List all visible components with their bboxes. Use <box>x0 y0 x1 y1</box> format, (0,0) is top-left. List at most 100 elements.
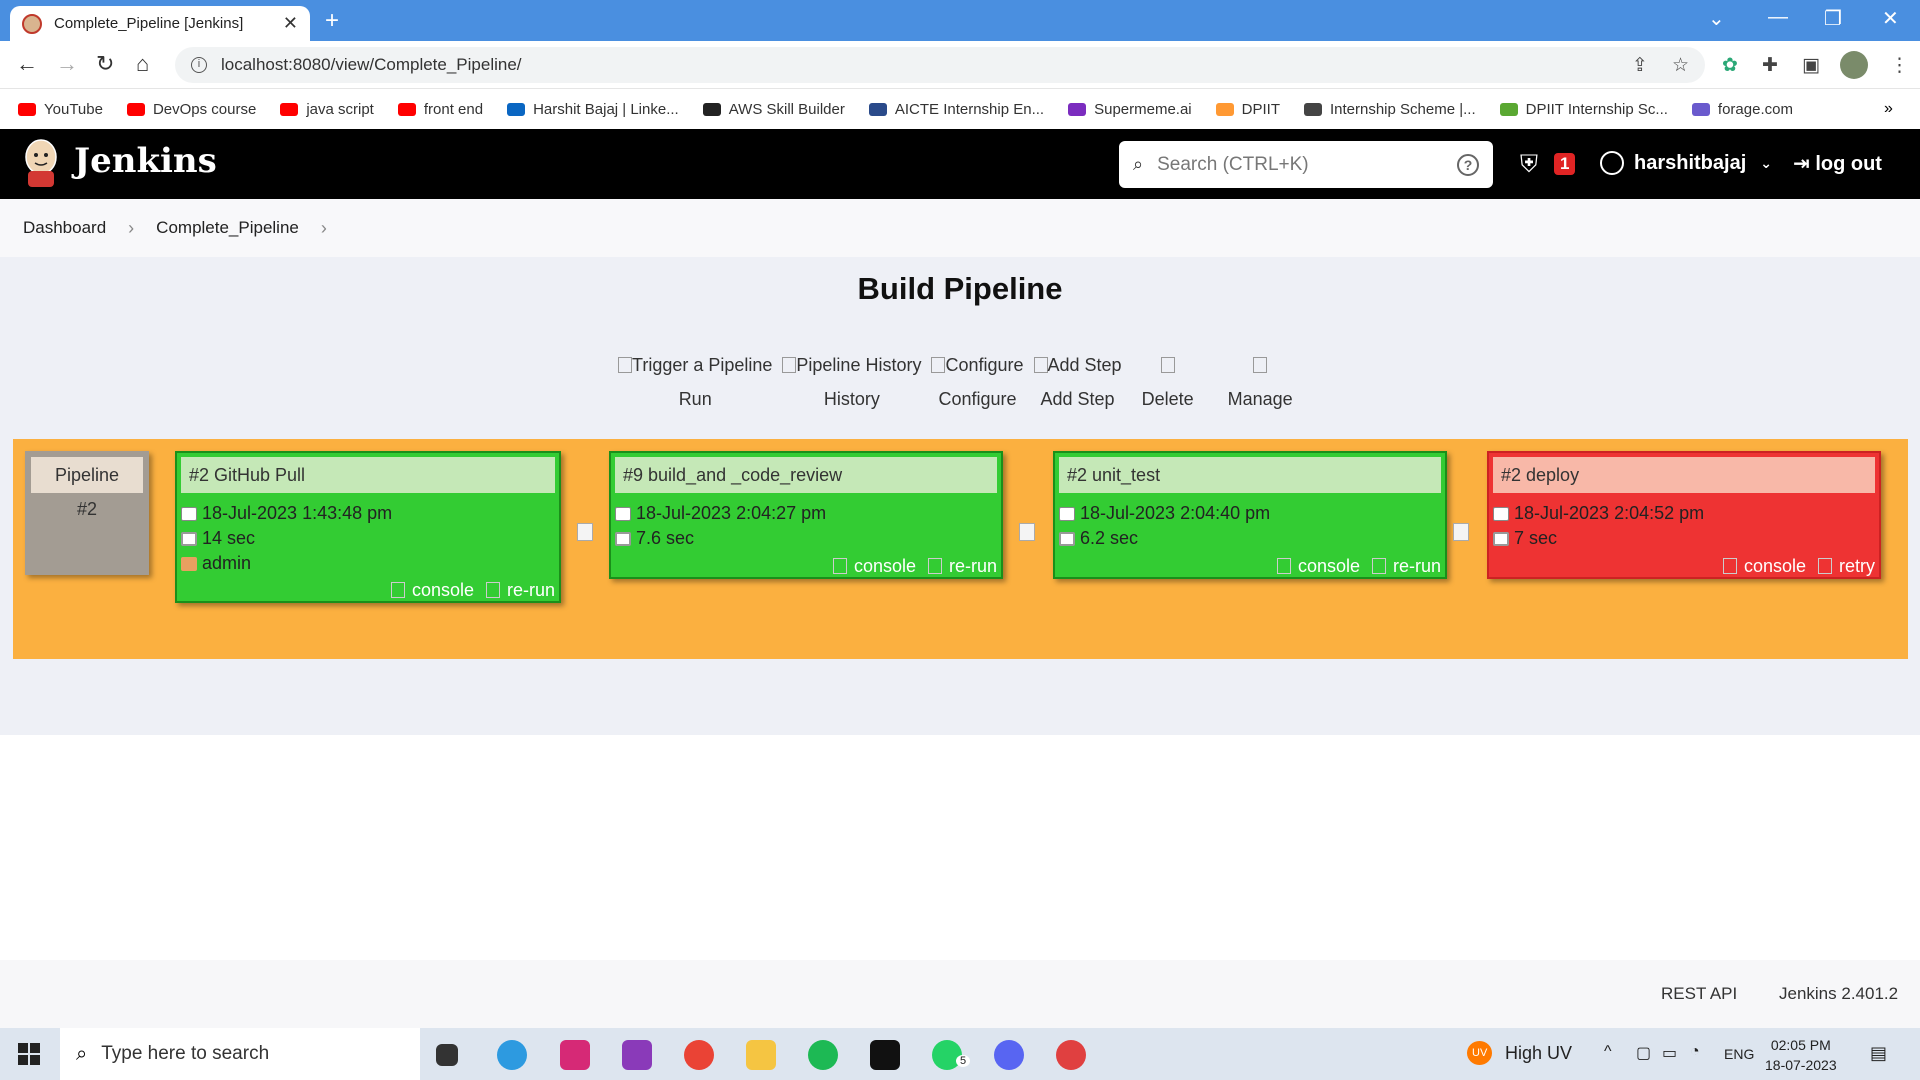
run-action[interactable]: Trigger a Pipeline Run <box>618 355 772 410</box>
configure-action[interactable]: Configure Configure <box>931 355 1024 410</box>
minimize-icon[interactable]: — <box>1768 6 1788 29</box>
instagram-icon[interactable] <box>560 1040 590 1070</box>
jenkins-version-link[interactable]: Jenkins 2.401.2 <box>1779 984 1898 1004</box>
delete-icon[interactable] <box>1142 355 1194 385</box>
home-icon[interactable]: ⌂ <box>136 51 149 77</box>
share-icon[interactable]: ⇪ <box>1632 54 1648 77</box>
stage-title[interactable]: #2 deploy <box>1493 457 1875 493</box>
windows-start-icon[interactable] <box>18 1043 40 1065</box>
jenkins-brand[interactable]: Jenkins <box>74 141 217 181</box>
trigger-pipeline-icon[interactable]: Trigger a Pipeline <box>618 355 772 385</box>
more-bookmarks-icon[interactable]: » <box>1884 100 1893 118</box>
chrome-icon[interactable] <box>684 1040 714 1070</box>
chevron-right-icon[interactable]: › <box>321 218 327 239</box>
delete-label[interactable]: Delete <box>1142 389 1194 410</box>
rerun-button[interactable]: re-run <box>480 580 555 601</box>
bookmark-item[interactable]: DevOps course <box>126 101 256 118</box>
rerun-button[interactable]: re-run <box>1366 556 1441 577</box>
search-input[interactable]: ⌕ Search (CTRL+K) ? <box>1119 141 1493 188</box>
spotify-icon[interactable] <box>808 1040 838 1070</box>
configure-icon[interactable]: Configure <box>931 355 1024 385</box>
history-action[interactable]: Pipeline History History <box>782 355 921 410</box>
tab-search-icon[interactable]: ⌄ <box>1708 6 1725 31</box>
console-button[interactable]: console <box>385 580 474 601</box>
bookmark-item[interactable]: front end <box>397 101 483 118</box>
site-info-icon[interactable]: i <box>191 57 207 73</box>
menu-icon[interactable]: ⋮ <box>1890 54 1909 77</box>
add-step-icon[interactable]: Add Step <box>1033 355 1122 385</box>
breadcrumb-complete-pipeline[interactable]: Complete_Pipeline <box>156 218 299 238</box>
rerun-button[interactable]: re-run <box>922 556 997 577</box>
taskbar-search-input[interactable]: ⌕ Type here to search <box>60 1028 420 1080</box>
weather-label[interactable]: High UV <box>1505 1043 1572 1064</box>
winrar-icon[interactable] <box>622 1040 652 1070</box>
stage-date-row: 18-Jul-2023 2:04:40 pm <box>1055 501 1445 526</box>
manage-label[interactable]: Manage <box>1228 389 1293 410</box>
bookmark-item[interactable]: DPIIT Internship Sc... <box>1499 101 1668 118</box>
manage-action[interactable]: Manage <box>1228 355 1293 410</box>
puzzle-extensions-icon[interactable]: ✚ <box>1762 54 1778 77</box>
pipeline-run-cell[interactable]: Pipeline #2 <box>25 451 149 575</box>
logout-button[interactable]: ⇥ log out <box>1793 151 1882 176</box>
bookmark-item[interactable]: Internship Scheme |... <box>1303 101 1476 118</box>
show-hidden-icons-icon[interactable]: ^ <box>1604 1043 1612 1061</box>
bookmark-item[interactable]: YouTube <box>18 101 103 118</box>
add-step-label[interactable]: Add Step <box>1034 389 1122 410</box>
bookmark-item[interactable]: DPIIT <box>1215 101 1280 118</box>
stage-title[interactable]: #2 GitHub Pull <box>181 457 555 493</box>
rest-api-link[interactable]: REST API <box>1661 984 1737 1004</box>
taskbar-clock[interactable]: 02:05 PM 18-07-2023 <box>1765 1035 1837 1075</box>
console-button[interactable]: console <box>1271 556 1360 577</box>
back-icon[interactable]: ← <box>16 51 38 77</box>
security-shield-icon[interactable]: ⛨ <box>1520 151 1538 179</box>
bookmark-star-icon[interactable]: ☆ <box>1672 54 1689 77</box>
bookmark-item[interactable]: Harshit Bajaj | Linke... <box>507 101 679 118</box>
netflix-icon[interactable] <box>870 1040 900 1070</box>
discord-icon[interactable] <box>994 1040 1024 1070</box>
edge-icon[interactable] <box>497 1040 527 1070</box>
bookmark-item[interactable]: Supermeme.ai <box>1068 101 1192 118</box>
forward-icon[interactable]: → <box>56 51 78 77</box>
pipeline-history-icon[interactable]: Pipeline History <box>782 355 921 385</box>
profile-avatar[interactable] <box>1840 51 1868 79</box>
device-icon[interactable]: ▢ <box>1636 1043 1651 1063</box>
chevron-down-icon[interactable]: ⌄ <box>1760 155 1772 172</box>
close-window-icon[interactable]: ✕ <box>1882 6 1899 31</box>
recorder-icon[interactable] <box>1056 1040 1086 1070</box>
console-button[interactable]: console <box>827 556 916 577</box>
close-tab-icon[interactable]: ✕ <box>283 13 298 34</box>
console-button[interactable]: console <box>1717 556 1806 577</box>
configure-label[interactable]: Configure <box>931 389 1023 410</box>
reload-icon[interactable]: ↻ <box>96 51 114 77</box>
manage-icon[interactable] <box>1228 355 1293 385</box>
retry-button[interactable]: retry <box>1812 556 1875 577</box>
user-menu[interactable]: harshitbajaj ⌄ <box>1600 151 1772 175</box>
help-icon[interactable]: ? <box>1457 153 1479 176</box>
file-explorer-icon[interactable] <box>746 1040 776 1070</box>
bookmark-item[interactable]: forage.com <box>1691 101 1793 118</box>
browser-tab[interactable]: Complete_Pipeline [Jenkins] ✕ <box>10 6 310 41</box>
language-indicator[interactable]: ENG <box>1724 1046 1754 1062</box>
bookmark-item[interactable]: java script <box>280 101 374 118</box>
task-view-icon[interactable] <box>436 1044 458 1066</box>
restore-icon[interactable]: ❐ <box>1824 6 1842 31</box>
breadcrumb-dashboard[interactable]: Dashboard <box>23 218 106 238</box>
pipeline-label[interactable]: Pipeline <box>31 457 143 493</box>
add-step-action[interactable]: Add Step Add Step <box>1033 355 1122 410</box>
run-label[interactable]: Run <box>618 389 772 410</box>
bookmark-item[interactable]: AICTE Internship En... <box>868 101 1044 118</box>
extension-icon[interactable]: ✿ <box>1722 54 1738 77</box>
battery-icon[interactable]: ▭ <box>1662 1043 1677 1063</box>
stage-title[interactable]: #9 build_and _code_review <box>615 457 997 493</box>
notifications-icon[interactable]: ▤ <box>1870 1043 1887 1064</box>
jenkins-logo-icon[interactable] <box>22 137 60 189</box>
side-panel-icon[interactable]: ▣ <box>1802 54 1820 77</box>
bookmark-item[interactable]: AWS Skill Builder <box>702 101 845 118</box>
new-tab-icon[interactable]: + <box>325 7 339 35</box>
address-bar[interactable]: i localhost:8080/view/Complete_Pipeline/ <box>175 47 1705 83</box>
history-label[interactable]: History <box>782 389 921 410</box>
security-badge[interactable]: 1 <box>1554 153 1576 175</box>
delete-action[interactable]: Delete <box>1142 355 1194 410</box>
stage-title[interactable]: #2 unit_test <box>1059 457 1441 493</box>
network-icon[interactable]: ◔ <box>1690 1043 1700 1061</box>
